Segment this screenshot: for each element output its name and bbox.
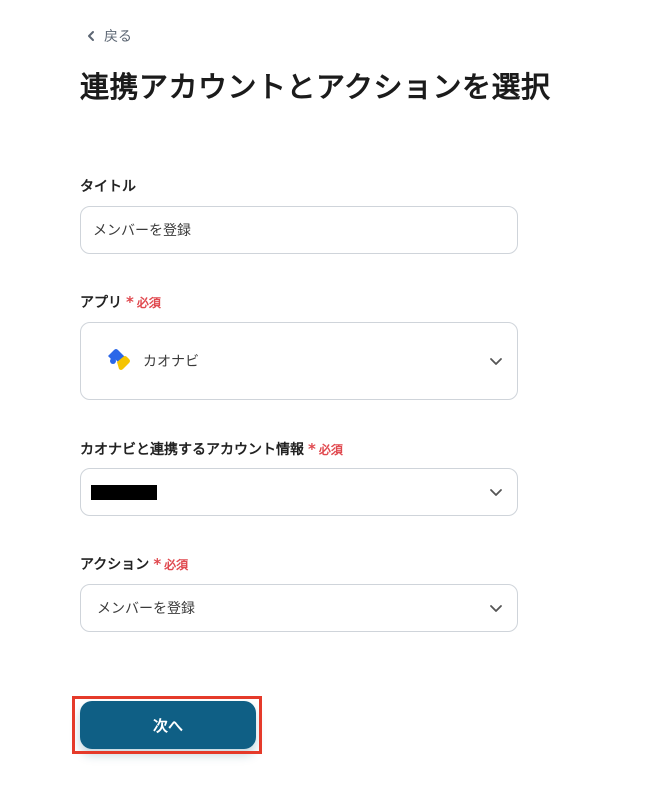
app-label-text: アプリ	[80, 295, 122, 311]
required-indicator: * 必須	[126, 294, 161, 311]
account-field-label: カオナビと連携するアカウント情報 * 必須	[80, 439, 343, 459]
app-select[interactable]: カオナビ	[80, 322, 518, 400]
action-field-label: アクション * 必須	[80, 554, 188, 574]
back-link[interactable]: 戻る	[86, 26, 132, 46]
redacted-account-value	[91, 484, 157, 500]
next-button[interactable]: 次へ	[80, 701, 256, 749]
chevron-down-icon	[490, 489, 502, 496]
app-select-value: カオナビ	[143, 354, 199, 370]
required-asterisk: *	[308, 439, 316, 458]
title-input-box[interactable]	[80, 206, 518, 254]
required-text: 必須	[318, 442, 343, 457]
account-label-text: カオナビと連携するアカウント情報	[80, 442, 304, 458]
kaonavi-logo-icon	[81, 346, 143, 376]
app-field-label: アプリ * 必須	[80, 292, 161, 312]
required-text: 必須	[136, 295, 161, 310]
chevron-left-icon	[86, 30, 96, 42]
action-label-text: アクション	[80, 557, 150, 573]
account-select[interactable]	[80, 468, 518, 516]
title-field-label: タイトル	[80, 176, 136, 196]
chevron-down-icon	[490, 358, 502, 365]
required-text: 必須	[164, 557, 189, 572]
required-indicator: * 必須	[308, 441, 343, 458]
required-indicator: * 必須	[153, 556, 188, 573]
page-title: 連携アカウントとアクションを選択	[80, 70, 551, 104]
action-select-value: メンバーを登録	[97, 601, 195, 617]
chevron-down-icon	[490, 605, 502, 612]
action-select[interactable]: メンバーを登録	[80, 584, 518, 632]
required-asterisk: *	[153, 554, 162, 573]
required-asterisk: *	[126, 292, 134, 311]
back-label: 戻る	[104, 29, 132, 45]
title-input[interactable]	[81, 207, 517, 253]
title-label-text: タイトル	[80, 179, 136, 195]
